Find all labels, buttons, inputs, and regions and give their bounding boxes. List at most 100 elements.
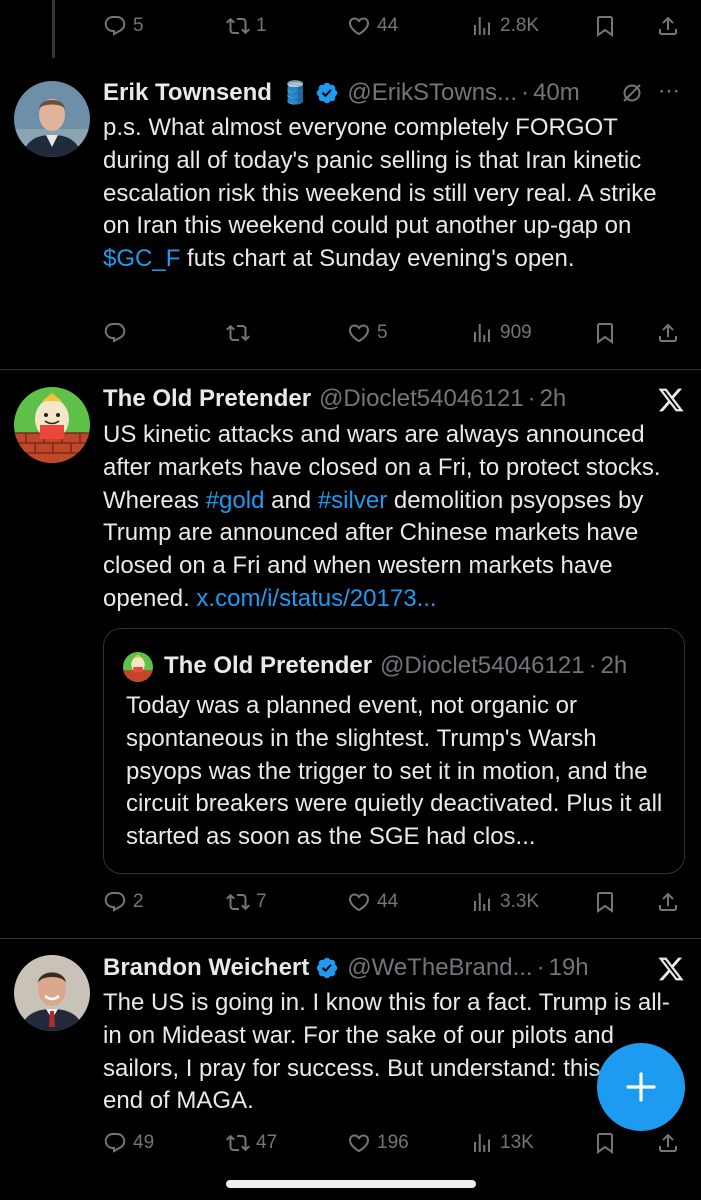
share-button[interactable]: [656, 313, 686, 353]
divider: [0, 938, 701, 939]
repost-button[interactable]: 47: [226, 1123, 277, 1163]
timestamp[interactable]: 40m: [533, 79, 580, 107]
repost-icon: [226, 14, 250, 38]
divider: [0, 369, 701, 370]
share-icon: [656, 1131, 680, 1155]
views-icon: [470, 890, 494, 914]
bookmark-button[interactable]: [593, 313, 623, 353]
reply-icon: [103, 1131, 127, 1155]
thread-line: [52, 0, 55, 58]
more-options-icon[interactable]: ⋯: [658, 78, 681, 104]
timestamp[interactable]: 2h: [540, 385, 567, 413]
reply-button[interactable]: 2: [103, 882, 144, 922]
hashtag-gold-link[interactable]: #gold: [206, 487, 265, 514]
heart-icon: [347, 321, 371, 345]
display-name[interactable]: Brandon Weichert: [103, 954, 309, 982]
tweet-3-text: The US is going in. I know this for a fa…: [103, 989, 670, 1115]
views-icon: [470, 14, 494, 38]
separator-dot: ·: [588, 652, 597, 679]
like-button[interactable]: 196: [347, 1123, 409, 1163]
avatar-brandon-weichert[interactable]: [14, 955, 90, 1031]
heart-icon: [347, 14, 371, 38]
tweet-3-header: Brandon Weichert @WeTheBrand... · 19h: [103, 951, 589, 985]
views-icon: [470, 321, 494, 345]
heart-icon: [347, 1131, 371, 1155]
like-button[interactable]: 5: [347, 313, 388, 353]
bookmark-button[interactable]: [593, 882, 623, 922]
reply-button[interactable]: 5: [103, 6, 144, 46]
repost-button[interactable]: 1: [226, 6, 267, 46]
reply-icon: [103, 890, 127, 914]
repost-icon: [226, 321, 250, 345]
tweet-1-header: Erik Townsend 🛢️ @ErikSTowns... · 40m: [103, 76, 580, 110]
repost-button[interactable]: [226, 313, 256, 353]
share-icon: [656, 14, 680, 38]
reply-icon: [103, 14, 127, 38]
quote-timestamp: 2h: [600, 652, 628, 679]
views-icon: [470, 1131, 494, 1155]
separator-dot: ·: [527, 385, 536, 412]
timestamp[interactable]: 19h: [549, 954, 589, 982]
repost-button[interactable]: 7: [226, 882, 267, 922]
home-indicator: [226, 1180, 476, 1188]
reply-icon: [103, 321, 127, 345]
like-button[interactable]: 44: [347, 882, 398, 922]
user-handle[interactable]: @WeTheBrand...: [347, 954, 532, 982]
quoted-tweet[interactable]: The Old Pretender @Dioclet54046121 · 2h …: [103, 628, 685, 874]
share-button[interactable]: [656, 1123, 686, 1163]
views-button[interactable]: 3.3K: [470, 882, 539, 922]
views-button[interactable]: 2.8K: [470, 6, 539, 46]
cashtag-link[interactable]: $GC_F: [103, 245, 180, 272]
avatar-erik-townsend[interactable]: [14, 81, 90, 157]
heart-icon: [347, 890, 371, 914]
views-button[interactable]: 13K: [470, 1123, 534, 1163]
tweet-1-actions: 5 909: [103, 313, 683, 353]
plus-icon: [626, 1072, 656, 1102]
repost-icon: [226, 1131, 250, 1155]
status-link[interactable]: x.com/i/status/20173...: [196, 585, 436, 612]
separator-dot: ·: [536, 954, 545, 981]
share-button[interactable]: [656, 6, 686, 46]
quote-text: Today was a planned event, not organic o…: [126, 692, 663, 851]
display-name[interactable]: The Old Pretender: [103, 385, 311, 413]
quote-display-name: The Old Pretender: [164, 652, 373, 679]
quote-header: The Old Pretender @Dioclet54046121 · 2h: [164, 649, 627, 683]
user-handle[interactable]: @ErikSTowns...: [347, 79, 517, 107]
reply-button[interactable]: [103, 313, 133, 353]
user-handle[interactable]: @Dioclet54046121: [319, 385, 524, 413]
reply-button[interactable]: 49: [103, 1123, 154, 1163]
avatar-image: [14, 955, 90, 1031]
tweet-2-actions: 2 7 44 3.3K: [103, 882, 683, 922]
separator-dot: ·: [521, 79, 530, 106]
share-icon: [656, 890, 680, 914]
hashtag-silver-link[interactable]: #silver: [318, 487, 387, 514]
avatar-image: [14, 387, 90, 463]
verified-badge-icon: [315, 956, 339, 980]
quote-avatar: [123, 652, 153, 682]
display-name[interactable]: Erik Townsend: [103, 79, 272, 107]
bookmark-button[interactable]: [593, 1123, 623, 1163]
tweet-3-actions: 49 47 196 13K: [103, 1123, 683, 1163]
bookmark-icon: [593, 321, 617, 345]
bookmark-icon: [593, 1131, 617, 1155]
bookmark-icon: [593, 14, 617, 38]
avatar-the-old-pretender[interactable]: [14, 387, 90, 463]
tweet-0-actions: 5 1 44 2.8K: [103, 6, 683, 46]
verified-badge-icon: [315, 81, 339, 105]
like-button[interactable]: 44: [347, 6, 398, 46]
tweet-2-text: US kinetic attacks and wars are always a…: [103, 421, 661, 612]
repost-icon: [226, 890, 250, 914]
quote-user-handle: @Dioclet54046121: [380, 652, 585, 679]
x-logo-icon[interactable]: [657, 955, 685, 983]
bookmark-icon: [593, 890, 617, 914]
tweet-1-text: p.s. What almost everyone completely FOR…: [103, 114, 657, 273]
grok-icon[interactable]: [620, 81, 644, 105]
x-logo-icon[interactable]: [657, 386, 685, 414]
share-icon: [656, 321, 680, 345]
compose-post-button[interactable]: [597, 1043, 685, 1131]
views-button[interactable]: 909: [470, 313, 532, 353]
tweet-2-header: The Old Pretender @Dioclet54046121 · 2h: [103, 382, 566, 416]
bookmark-button[interactable]: [593, 6, 623, 46]
share-button[interactable]: [656, 882, 686, 922]
oil-barrel-emoji: 🛢️: [281, 80, 310, 105]
